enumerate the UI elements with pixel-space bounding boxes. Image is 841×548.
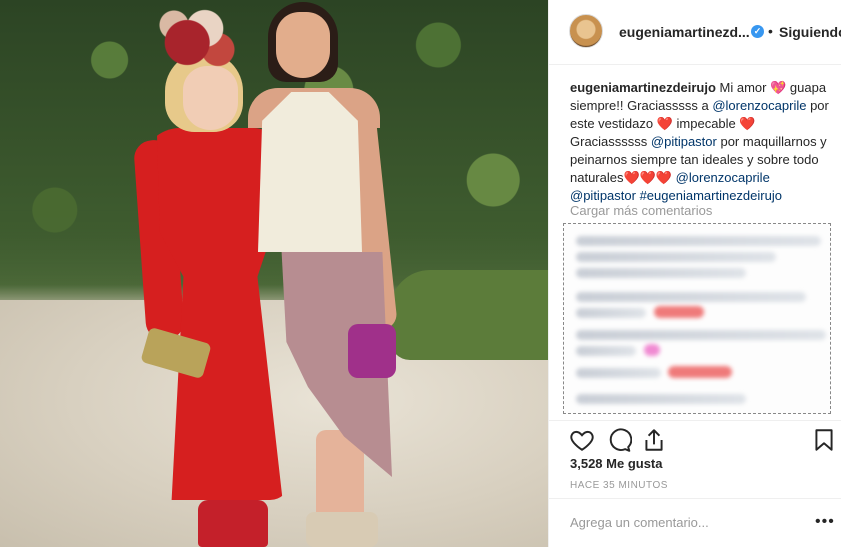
lawn-patch	[390, 270, 548, 360]
purple-clutch	[348, 324, 396, 378]
verified-badge-icon: ✓	[751, 25, 764, 38]
blurred-comment-line	[576, 252, 776, 262]
blurred-comment-line	[576, 292, 806, 302]
post-timestamp: HACE 35 MINUTOS	[570, 480, 668, 491]
caption-text: impecable	[672, 116, 740, 131]
caption-mention[interactable]: @pitipastor	[570, 188, 636, 203]
blurred-hearts	[668, 366, 732, 378]
pink-heart-emoji: 💖	[770, 80, 787, 95]
blurred-comment-line	[576, 268, 746, 278]
heart-emoji: ❤️	[623, 170, 640, 185]
heart-emoji: ❤️	[739, 116, 756, 131]
blurred-comment-line	[576, 236, 821, 246]
blurred-comments	[563, 223, 831, 414]
post-side-panel: eugeniamartinezd... ✓ • Siguiendo eugeni…	[548, 0, 841, 547]
heart-emoji: ❤️	[639, 170, 656, 185]
comment-box: Agrega un comentario... •••	[549, 498, 841, 548]
post-header: eugeniamartinezd... ✓ • Siguiendo	[549, 0, 841, 65]
post-caption: eugeniamartinezdeirujo Mi amor 💖 guapa s…	[570, 79, 835, 205]
red-shoes	[198, 500, 268, 547]
feather-fascinator	[152, 4, 240, 74]
silver-shoes	[306, 512, 378, 547]
load-more-comments-link[interactable]: Cargar más comentarios	[570, 203, 712, 218]
bookmark-icon[interactable]	[811, 427, 837, 453]
caption-mention[interactable]: @lorenzocaprile	[676, 170, 770, 185]
more-options-icon[interactable]: •••	[815, 513, 835, 531]
post-photo[interactable]	[0, 0, 548, 547]
caption-mention[interactable]: @lorenzocaprile	[712, 98, 806, 113]
heart-icon[interactable]	[569, 427, 595, 453]
blurred-comment-line	[576, 346, 636, 356]
white-halter-top	[258, 92, 362, 252]
blurred-comment-line	[576, 368, 661, 378]
left-woman-face	[183, 66, 238, 130]
heart-emoji: ❤️	[655, 170, 673, 185]
caption-text: Graciassssss	[570, 134, 651, 149]
heart-emoji: ❤️	[656, 116, 673, 131]
blurred-comment-line	[576, 308, 646, 318]
caption-username[interactable]: eugeniamartinezdeirujo	[570, 80, 716, 95]
caption-mention[interactable]: @pitipastor	[651, 134, 717, 149]
post-actions	[549, 420, 841, 455]
blurred-comment-line	[576, 330, 826, 340]
share-icon[interactable]	[641, 427, 667, 453]
caption-text: Mi amor	[715, 80, 771, 95]
caption-hashtag[interactable]: #eugeniamartinezdeirujo	[640, 188, 782, 203]
blurred-heart	[644, 344, 660, 356]
blurred-comment-line	[576, 394, 746, 404]
header-separator: •	[768, 23, 773, 39]
blurred-hearts	[654, 306, 704, 318]
right-woman-face	[276, 12, 330, 78]
header-username[interactable]: eugeniamartinezd...	[619, 24, 750, 40]
like-count[interactable]: 3,528 Me gusta	[570, 456, 663, 471]
comment-icon[interactable]	[606, 427, 632, 453]
avatar[interactable]	[569, 14, 603, 48]
comment-input[interactable]: Agrega un comentario...	[570, 515, 709, 530]
follow-button[interactable]: Siguiendo	[779, 24, 841, 40]
